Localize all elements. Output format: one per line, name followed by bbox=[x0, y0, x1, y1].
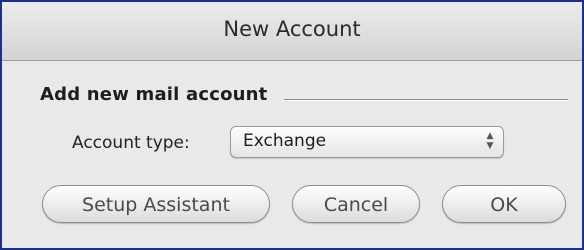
up-down-chevrons-icon: ▲ ▼ bbox=[486, 131, 494, 151]
section-heading: Add new mail account bbox=[40, 84, 268, 105]
ok-button[interactable]: OK bbox=[442, 185, 566, 223]
new-account-dialog: New Account Add new mail account Account… bbox=[0, 0, 584, 250]
account-type-popup[interactable]: Exchange ▲ ▼ bbox=[230, 126, 504, 158]
setup-assistant-button[interactable]: Setup Assistant bbox=[42, 185, 270, 223]
account-type-label: Account type: bbox=[72, 133, 190, 153]
window-title: New Account bbox=[223, 17, 361, 41]
section-divider bbox=[284, 99, 568, 101]
account-type-value: Exchange bbox=[243, 131, 327, 151]
title-bar[interactable]: New Account bbox=[2, 2, 582, 61]
cancel-button[interactable]: Cancel bbox=[292, 185, 420, 223]
